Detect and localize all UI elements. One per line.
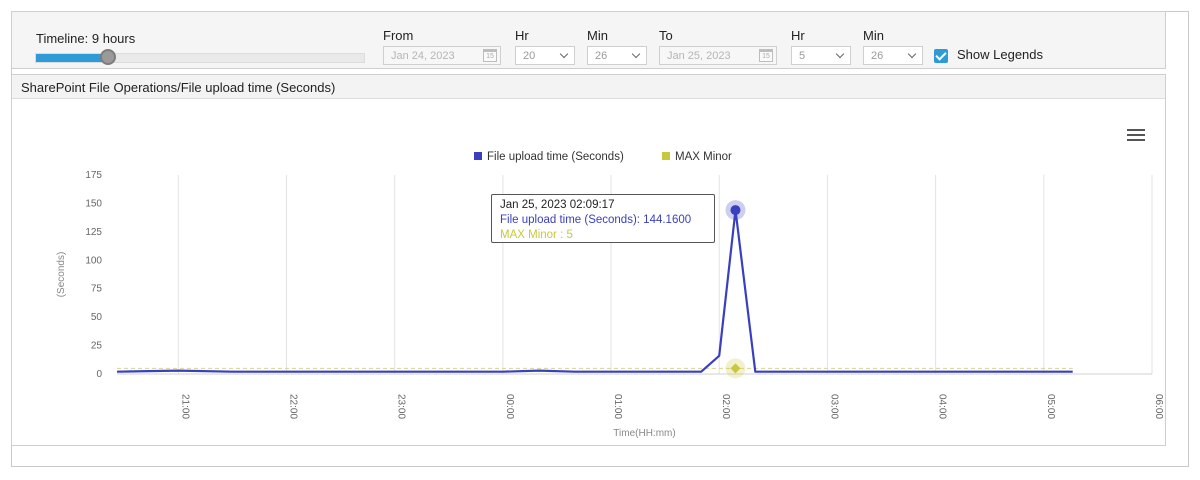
y-tick-label: 100 (85, 255, 102, 266)
y-tick-label: 0 (96, 369, 102, 380)
to-hr-value: 5 (799, 50, 806, 62)
y-tick-label: 25 (91, 341, 103, 352)
timeline-slider-handle[interactable] (99, 49, 116, 65)
y-tick-label: 50 (91, 312, 103, 323)
series1-hover-point (730, 205, 741, 216)
to-min-label: Min (863, 28, 884, 43)
y-axis-title: (Seconds) (56, 252, 67, 298)
to-date-input[interactable]: Jan 25, 2023 15 (659, 46, 777, 65)
y-tick-label: 175 (85, 170, 102, 181)
y-tick-label: 125 (85, 227, 102, 238)
tooltip-series2: MAX Minor : 5 (500, 229, 573, 241)
tooltip-series1: File upload time (Seconds): 144.1600 (500, 214, 692, 226)
x-tick-label: 06:00 (1153, 394, 1164, 419)
from-date-input[interactable]: Jan 24, 2023 15 (383, 46, 501, 65)
x-tick-label: 04:00 (937, 394, 948, 419)
x-tick-label: 21:00 (179, 394, 190, 419)
y-tick-label: 75 (91, 284, 103, 295)
to-hr-select[interactable]: 5 (791, 46, 851, 65)
timeline-toolbar: Timeline: 9 hours From Jan 24, 2023 15 H… (11, 11, 1166, 69)
chevron-down-icon (631, 49, 641, 59)
calendar-icon[interactable]: 15 (759, 49, 773, 62)
timeline-slider-fill (36, 54, 109, 62)
x-tick-label: 23:00 (396, 394, 407, 419)
to-date-value: Jan 25, 2023 (667, 50, 731, 62)
x-tick-label: 01:00 (612, 394, 623, 419)
legend-label-series1: File upload time (Seconds) (487, 151, 624, 163)
show-legends-label[interactable]: Show Legends (957, 47, 1043, 62)
from-hr-label: Hr (515, 28, 529, 43)
calendar-icon[interactable]: 15 (483, 49, 497, 62)
legend-swatch-series2 (662, 152, 670, 160)
tooltip-date: Jan 25, 2023 02:09:17 (500, 199, 615, 211)
timeline-slider[interactable] (35, 53, 365, 63)
from-min-select[interactable]: 26 (587, 46, 647, 65)
x-tick-label: 05:00 (1045, 394, 1056, 419)
to-min-select[interactable]: 26 (863, 46, 923, 65)
to-min-value: 26 (871, 50, 884, 62)
x-tick-label: 03:00 (828, 394, 839, 419)
chevron-down-icon (835, 49, 845, 59)
from-date-value: Jan 24, 2023 (391, 50, 455, 62)
show-legends-checkbox[interactable] (934, 49, 948, 63)
y-tick-label: 150 (85, 198, 102, 209)
from-hr-select[interactable]: 20 (515, 46, 575, 65)
x-tick-label: 00:00 (504, 394, 515, 419)
to-hr-label: Hr (791, 28, 805, 43)
legend-label-series2: MAX Minor (675, 151, 732, 163)
x-tick-label: 22:00 (287, 394, 298, 419)
from-min-value: 26 (595, 50, 608, 62)
x-axis-title: Time(HH:mm) (613, 428, 675, 439)
line-chart: 21:00 22:00 23:00 00:00 01:00 02:00 03:00 04:00… (56, 151, 1164, 439)
legend-swatch-series1 (474, 152, 482, 160)
chart-panel: SharePoint File Operations/File upload t… (11, 74, 1166, 446)
timeline-label: Timeline: 9 hours (36, 31, 136, 46)
x-tick-label: 02:00 (720, 394, 731, 419)
chart-tooltip: Jan 25, 2023 02:09:17 File upload time (… (491, 194, 715, 243)
chevron-down-icon (559, 49, 569, 59)
to-label: To (659, 28, 673, 43)
from-min-label: Min (587, 28, 608, 43)
from-hr-value: 20 (523, 50, 536, 62)
chevron-down-icon (907, 49, 917, 59)
from-label: From (383, 28, 414, 43)
